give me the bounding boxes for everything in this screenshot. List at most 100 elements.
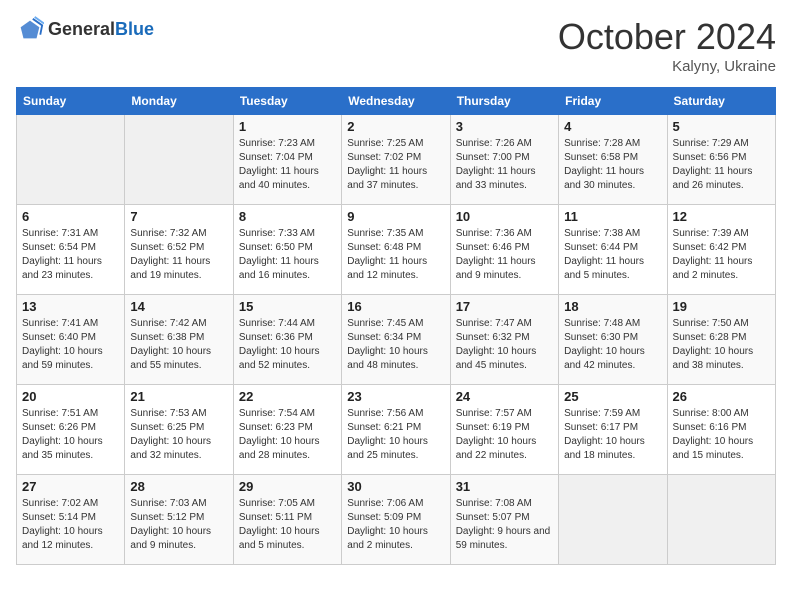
calendar-cell: 6 Sunrise: 7:31 AMSunset: 6:54 PMDaylight… [17, 205, 125, 295]
day-number: 14 [130, 299, 227, 314]
day-number: 15 [239, 299, 336, 314]
day-number: 19 [673, 299, 770, 314]
day-info: Sunrise: 7:32 AMSunset: 6:52 PMDaylight:… [130, 227, 227, 283]
weekday-header-thursday: Thursday [450, 88, 558, 115]
weekday-header-friday: Friday [559, 88, 667, 115]
day-info: Sunrise: 7:44 AMSunset: 6:36 PMDaylight:… [239, 317, 336, 373]
day-info: Sunrise: 7:02 AMSunset: 5:14 PMDaylight:… [22, 497, 119, 553]
calendar-cell: 26 Sunrise: 8:00 AMSunset: 6:16 PMDayligh… [667, 385, 775, 475]
day-info: Sunrise: 7:50 AMSunset: 6:28 PMDaylight:… [673, 317, 770, 373]
day-number: 25 [564, 389, 661, 404]
calendar-week-row: 1 Sunrise: 7:23 AMSunset: 7:04 PMDaylight… [17, 115, 776, 205]
day-number: 9 [347, 209, 444, 224]
day-info: Sunrise: 7:23 AMSunset: 7:04 PMDaylight:… [239, 137, 336, 193]
day-number: 23 [347, 389, 444, 404]
day-number: 18 [564, 299, 661, 314]
day-number: 8 [239, 209, 336, 224]
day-number: 27 [22, 479, 119, 494]
day-info: Sunrise: 7:28 AMSunset: 6:58 PMDaylight:… [564, 137, 661, 193]
calendar-cell: 7 Sunrise: 7:32 AMSunset: 6:52 PMDaylight… [125, 205, 233, 295]
calendar-cell: 9 Sunrise: 7:35 AMSunset: 6:48 PMDaylight… [342, 205, 450, 295]
calendar-cell: 14 Sunrise: 7:42 AMSunset: 6:38 PMDayligh… [125, 295, 233, 385]
calendar-cell: 13Sunrise: 7:41 AMSunset: 6:40 PMDayligh… [17, 295, 125, 385]
day-info: Sunrise: 7:26 AMSunset: 7:00 PMDaylight:… [456, 137, 553, 193]
calendar-table: SundayMondayTuesdayWednesdayThursdayFrid… [16, 87, 776, 565]
day-info: Sunrise: 7:51 AMSunset: 6:26 PMDaylight:… [22, 407, 119, 463]
calendar-cell: 4Sunrise: 7:28 AMSunset: 6:58 PMDaylight… [559, 115, 667, 205]
day-number: 21 [130, 389, 227, 404]
day-info: Sunrise: 8:00 AMSunset: 6:16 PMDaylight:… [673, 407, 770, 463]
calendar-week-row: 27 Sunrise: 7:02 AMSunset: 5:14 PMDayligh… [17, 475, 776, 565]
day-number: 2 [347, 119, 444, 134]
logo-icon [16, 16, 44, 44]
day-number: 7 [130, 209, 227, 224]
calendar-cell: 15 Sunrise: 7:44 AMSunset: 6:36 PMDayligh… [233, 295, 341, 385]
day-info: Sunrise: 7:06 AMSunset: 5:09 PMDaylight:… [347, 497, 444, 553]
calendar-cell: 11Sunrise: 7:38 AMSunset: 6:44 PMDayligh… [559, 205, 667, 295]
calendar-cell: 8 Sunrise: 7:33 AMSunset: 6:50 PMDaylight… [233, 205, 341, 295]
calendar-cell: 1 Sunrise: 7:23 AMSunset: 7:04 PMDaylight… [233, 115, 341, 205]
calendar-cell: 27 Sunrise: 7:02 AMSunset: 5:14 PMDayligh… [17, 475, 125, 565]
page-header: GeneralBlue October 2024 Kalyny, Ukraine [16, 16, 776, 75]
day-number: 20 [22, 389, 119, 404]
calendar-cell [667, 475, 775, 565]
weekday-header-tuesday: Tuesday [233, 88, 341, 115]
calendar-cell: 18 Sunrise: 7:48 AMSunset: 6:30 PMDayligh… [559, 295, 667, 385]
calendar-cell: 5 Sunrise: 7:29 AMSunset: 6:56 PMDaylight… [667, 115, 775, 205]
logo-general: GeneralBlue [48, 20, 154, 40]
day-info: Sunrise: 7:29 AMSunset: 6:56 PMDaylight:… [673, 137, 770, 193]
calendar-cell: 20 Sunrise: 7:51 AMSunset: 6:26 PMDayligh… [17, 385, 125, 475]
day-number: 6 [22, 209, 119, 224]
day-number: 22 [239, 389, 336, 404]
calendar-week-row: 13Sunrise: 7:41 AMSunset: 6:40 PMDayligh… [17, 295, 776, 385]
calendar-cell: 23 Sunrise: 7:56 AMSunset: 6:21 PMDayligh… [342, 385, 450, 475]
day-info: Sunrise: 7:35 AMSunset: 6:48 PMDaylight:… [347, 227, 444, 283]
day-number: 16 [347, 299, 444, 314]
day-number: 24 [456, 389, 553, 404]
day-info: Sunrise: 7:54 AMSunset: 6:23 PMDaylight:… [239, 407, 336, 463]
month-title: October 2024 [558, 16, 776, 58]
day-number: 10 [456, 209, 553, 224]
day-info: Sunrise: 7:45 AMSunset: 6:34 PMDaylight:… [347, 317, 444, 373]
day-info: Sunrise: 7:25 AMSunset: 7:02 PMDaylight:… [347, 137, 444, 193]
day-number: 29 [239, 479, 336, 494]
day-info: Sunrise: 7:56 AMSunset: 6:21 PMDaylight:… [347, 407, 444, 463]
day-number: 17 [456, 299, 553, 314]
calendar-week-row: 6 Sunrise: 7:31 AMSunset: 6:54 PMDaylight… [17, 205, 776, 295]
calendar-cell: 24 Sunrise: 7:57 AMSunset: 6:19 PMDayligh… [450, 385, 558, 475]
calendar-cell: 21Sunrise: 7:53 AMSunset: 6:25 PMDayligh… [125, 385, 233, 475]
day-number: 28 [130, 479, 227, 494]
day-info: Sunrise: 7:57 AMSunset: 6:19 PMDaylight:… [456, 407, 553, 463]
day-number: 5 [673, 119, 770, 134]
calendar-cell: 3 Sunrise: 7:26 AMSunset: 7:00 PMDaylight… [450, 115, 558, 205]
weekday-header-sunday: Sunday [17, 88, 125, 115]
calendar-cell [559, 475, 667, 565]
calendar-cell: 22 Sunrise: 7:54 AMSunset: 6:23 PMDayligh… [233, 385, 341, 475]
day-number: 26 [673, 389, 770, 404]
day-number: 31 [456, 479, 553, 494]
day-info: Sunrise: 7:08 AMSunset: 5:07 PMDaylight:… [456, 497, 553, 553]
calendar-cell: 29Sunrise: 7:05 AMSunset: 5:11 PMDayligh… [233, 475, 341, 565]
calendar-cell [125, 115, 233, 205]
day-info: Sunrise: 7:39 AMSunset: 6:42 PMDaylight:… [673, 227, 770, 283]
location-subtitle: Kalyny, Ukraine [558, 58, 776, 75]
day-info: Sunrise: 7:33 AMSunset: 6:50 PMDaylight:… [239, 227, 336, 283]
day-info: Sunrise: 7:59 AMSunset: 6:17 PMDaylight:… [564, 407, 661, 463]
day-info: Sunrise: 7:36 AMSunset: 6:46 PMDaylight:… [456, 227, 553, 283]
calendar-cell: 19 Sunrise: 7:50 AMSunset: 6:28 PMDayligh… [667, 295, 775, 385]
calendar-cell: 16 Sunrise: 7:45 AMSunset: 6:34 PMDayligh… [342, 295, 450, 385]
day-info: Sunrise: 7:03 AMSunset: 5:12 PMDaylight:… [130, 497, 227, 553]
weekday-header-saturday: Saturday [667, 88, 775, 115]
day-number: 1 [239, 119, 336, 134]
logo-text: GeneralBlue [48, 20, 154, 40]
weekday-header-row: SundayMondayTuesdayWednesdayThursdayFrid… [17, 88, 776, 115]
day-info: Sunrise: 7:31 AMSunset: 6:54 PMDaylight:… [22, 227, 119, 283]
day-number: 12 [673, 209, 770, 224]
day-info: Sunrise: 7:38 AMSunset: 6:44 PMDaylight:… [564, 227, 661, 283]
day-number: 3 [456, 119, 553, 134]
calendar-cell [17, 115, 125, 205]
day-number: 30 [347, 479, 444, 494]
day-info: Sunrise: 7:48 AMSunset: 6:30 PMDaylight:… [564, 317, 661, 373]
day-number: 13 [22, 299, 119, 314]
day-info: Sunrise: 7:42 AMSunset: 6:38 PMDaylight:… [130, 317, 227, 373]
